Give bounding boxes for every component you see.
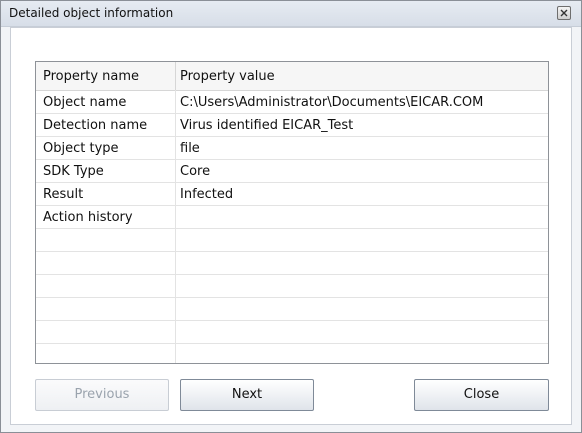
grid-rows: Object name C:\Users\Administrator\Docume… [36,91,548,363]
column-header-property-value[interactable]: Property value [180,69,275,84]
property-name-cell: Result [43,187,84,202]
table-row[interactable]: Result Infected [36,183,548,206]
previous-button[interactable]: Previous [35,379,169,411]
property-value-cell: Core [180,164,211,179]
property-value-cell: file [180,141,200,156]
column-header-property-name[interactable]: Property name [43,69,139,84]
table-row[interactable]: Object type file [36,137,548,160]
dialog-title: Detailed object information [9,6,174,20]
property-value-cell: Infected [180,187,234,202]
close-button[interactable]: Close [414,379,549,411]
next-button[interactable]: Next [180,379,314,411]
property-name-cell: Object type [43,141,119,156]
table-row[interactable] [36,298,548,321]
table-row[interactable]: SDK Type Core [36,160,548,183]
column-divider[interactable] [175,62,176,90]
table-row[interactable] [36,344,548,363]
title-bar[interactable]: Detailed object information [1,1,581,27]
table-row[interactable]: Detection name Virus identified EICAR_Tes… [36,114,548,137]
property-value-cell: Virus identified EICAR_Test [180,118,354,133]
property-name-cell: Action history [43,210,133,225]
close-icon[interactable] [557,6,571,20]
property-name-cell: Detection name [43,118,148,133]
property-name-cell: Object name [43,95,127,110]
table-row[interactable] [36,275,548,298]
dialog-window: Detailed object information Property nam… [0,0,582,433]
table-row[interactable] [36,252,548,275]
table-row[interactable] [36,321,548,344]
property-value-cell: C:\Users\Administrator\Documents\EICAR.C… [180,95,484,110]
grid-header: Property name Property value [36,62,548,91]
property-name-cell: SDK Type [43,164,104,179]
table-row[interactable]: Action history [36,206,548,229]
table-row[interactable]: Object name C:\Users\Administrator\Docume… [36,91,548,114]
table-row[interactable] [36,229,548,252]
property-grid[interactable]: Property name Property value Object name… [35,61,549,364]
